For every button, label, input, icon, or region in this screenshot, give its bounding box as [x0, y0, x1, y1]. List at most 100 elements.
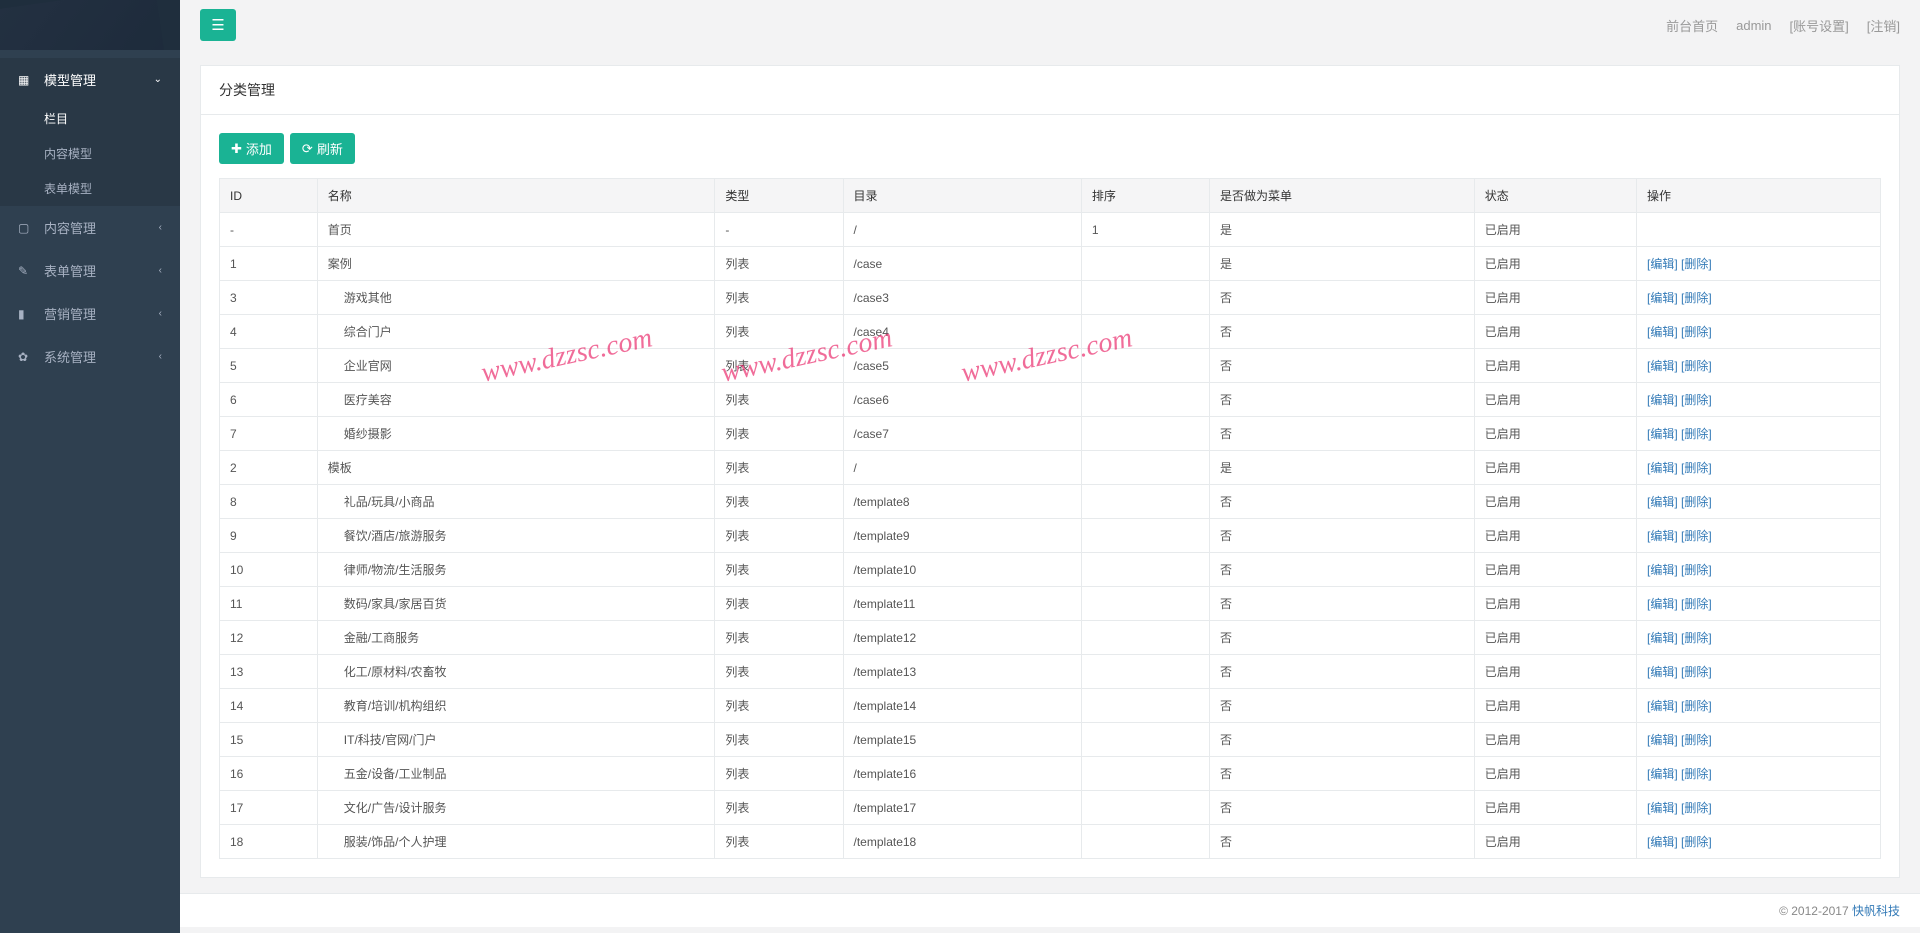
edit-link[interactable]: [编辑] [1647, 801, 1678, 815]
topbar-link-0[interactable]: 前台首页 [1666, 16, 1718, 35]
cell-dir: /template9 [843, 519, 1081, 553]
sidebar-item-2[interactable]: ✎ 表单管理 ‹ [0, 249, 180, 292]
cell-status: 已启用 [1474, 655, 1636, 689]
topbar-link-3[interactable]: [注销] [1867, 16, 1900, 35]
cell-actions: [编辑] [删除] [1637, 553, 1881, 587]
topbar-link-1[interactable]: admin [1736, 18, 1771, 33]
cell-actions: [编辑] [删除] [1637, 485, 1881, 519]
sidebar-item-0[interactable]: ▦ 模型管理 ⌄ [0, 58, 180, 101]
cell-status: 已启用 [1474, 281, 1636, 315]
cell-status: 已启用 [1474, 757, 1636, 791]
cell-menu: 否 [1209, 553, 1474, 587]
cell-id: 13 [220, 655, 318, 689]
cell-type: 列表 [715, 349, 843, 383]
table-row: 12 金融/工商服务 列表 /template12 否 已启用 [编辑] [删除… [220, 621, 1881, 655]
cell-id: 2 [220, 451, 318, 485]
delete-link[interactable]: [删除] [1681, 325, 1712, 339]
edit-link[interactable]: [编辑] [1647, 393, 1678, 407]
cell-menu: 否 [1209, 825, 1474, 859]
sidebar-menu: ▦ 模型管理 ⌄ 栏目内容模型表单模型 ▢ 内容管理 ‹ ✎ 表单管理 ‹ ▮ … [0, 50, 180, 378]
edit-link[interactable]: [编辑] [1647, 631, 1678, 645]
edit-link[interactable]: [编辑] [1647, 427, 1678, 441]
delete-link[interactable]: [删除] [1681, 427, 1712, 441]
cell-dir: /case6 [843, 383, 1081, 417]
delete-link[interactable]: [删除] [1681, 529, 1712, 543]
sidebar-subitem-0-0[interactable]: 栏目 [0, 101, 180, 136]
cell-name: 礼品/玩具/小商品 [328, 495, 435, 509]
delete-link[interactable]: [删除] [1681, 495, 1712, 509]
add-button[interactable]: ✚ 添加 [219, 133, 284, 164]
cell-sort [1081, 553, 1209, 587]
delete-link[interactable]: [删除] [1681, 733, 1712, 747]
edit-link[interactable]: [编辑] [1647, 665, 1678, 679]
cell-name: 综合门户 [328, 325, 392, 339]
cell-name: 游戏其他 [328, 291, 392, 305]
delete-link[interactable]: [删除] [1681, 767, 1712, 781]
cell-type: 列表 [715, 757, 843, 791]
cell-id: 6 [220, 383, 318, 417]
delete-link[interactable]: [删除] [1681, 631, 1712, 645]
cell-actions: [编辑] [删除] [1637, 621, 1881, 655]
edit-link[interactable]: [编辑] [1647, 699, 1678, 713]
refresh-button[interactable]: ⟳ 刷新 [290, 133, 355, 164]
cell-name: 化工/原材料/农畜牧 [328, 665, 447, 679]
edit-link[interactable]: [编辑] [1647, 359, 1678, 373]
cell-dir: /case [843, 247, 1081, 281]
delete-link[interactable]: [删除] [1681, 359, 1712, 373]
cell-menu: 否 [1209, 349, 1474, 383]
sidebar-item-3[interactable]: ▮ 营销管理 ‹ [0, 292, 180, 335]
cell-type: 列表 [715, 315, 843, 349]
cell-status: 已启用 [1474, 485, 1636, 519]
cell-status: 已启用 [1474, 451, 1636, 485]
delete-link[interactable]: [删除] [1681, 699, 1712, 713]
edit-link[interactable]: [编辑] [1647, 495, 1678, 509]
table-row: 8 礼品/玩具/小商品 列表 /template8 否 已启用 [编辑] [删除… [220, 485, 1881, 519]
cell-id: 15 [220, 723, 318, 757]
cell-dir: /template11 [843, 587, 1081, 621]
sidebar-item-label: 表单管理 [44, 261, 96, 280]
cell-type: 列表 [715, 791, 843, 825]
table-row: 1 案例 列表 /case 是 已启用 [编辑] [删除] [220, 247, 1881, 281]
delete-link[interactable]: [删除] [1681, 835, 1712, 849]
cell-actions: [编辑] [删除] [1637, 417, 1881, 451]
cell-dir: /template16 [843, 757, 1081, 791]
delete-link[interactable]: [删除] [1681, 393, 1712, 407]
footer-brand-link[interactable]: 快帆科技 [1852, 904, 1900, 918]
edit-link[interactable]: [编辑] [1647, 461, 1678, 475]
edit-link[interactable]: [编辑] [1647, 325, 1678, 339]
col-header-4: 排序 [1081, 179, 1209, 213]
edit-link[interactable]: [编辑] [1647, 291, 1678, 305]
sidebar-item-label: 营销管理 [44, 304, 96, 323]
edit-link[interactable]: [编辑] [1647, 767, 1678, 781]
cell-sort [1081, 621, 1209, 655]
cell-id: - [220, 213, 318, 247]
edit-link[interactable]: [编辑] [1647, 563, 1678, 577]
edit-link[interactable]: [编辑] [1647, 835, 1678, 849]
cell-id: 18 [220, 825, 318, 859]
sidebar-item-1[interactable]: ▢ 内容管理 ‹ [0, 206, 180, 249]
delete-link[interactable]: [删除] [1681, 665, 1712, 679]
edit-link[interactable]: [编辑] [1647, 733, 1678, 747]
edit-link[interactable]: [编辑] [1647, 597, 1678, 611]
delete-link[interactable]: [删除] [1681, 563, 1712, 577]
cell-type: 列表 [715, 417, 843, 451]
table-row: 3 游戏其他 列表 /case3 否 已启用 [编辑] [删除] [220, 281, 1881, 315]
cell-status: 已启用 [1474, 349, 1636, 383]
sidebar-toggle-button[interactable]: ☰ [200, 9, 236, 41]
delete-link[interactable]: [删除] [1681, 291, 1712, 305]
delete-link[interactable]: [删除] [1681, 257, 1712, 271]
cell-actions: [编辑] [删除] [1637, 791, 1881, 825]
delete-link[interactable]: [删除] [1681, 801, 1712, 815]
topbar-link-2[interactable]: [账号设置] [1790, 16, 1849, 35]
sidebar-item-4[interactable]: ✿ 系统管理 ‹ [0, 335, 180, 378]
cell-id: 11 [220, 587, 318, 621]
edit-link[interactable]: [编辑] [1647, 257, 1678, 271]
cell-sort [1081, 587, 1209, 621]
cell-status: 已启用 [1474, 621, 1636, 655]
edit-link[interactable]: [编辑] [1647, 529, 1678, 543]
sidebar-subitem-0-2[interactable]: 表单模型 [0, 171, 180, 206]
delete-link[interactable]: [删除] [1681, 461, 1712, 475]
sidebar-subitem-0-1[interactable]: 内容模型 [0, 136, 180, 171]
delete-link[interactable]: [删除] [1681, 597, 1712, 611]
cell-name: 案例 [328, 257, 352, 271]
